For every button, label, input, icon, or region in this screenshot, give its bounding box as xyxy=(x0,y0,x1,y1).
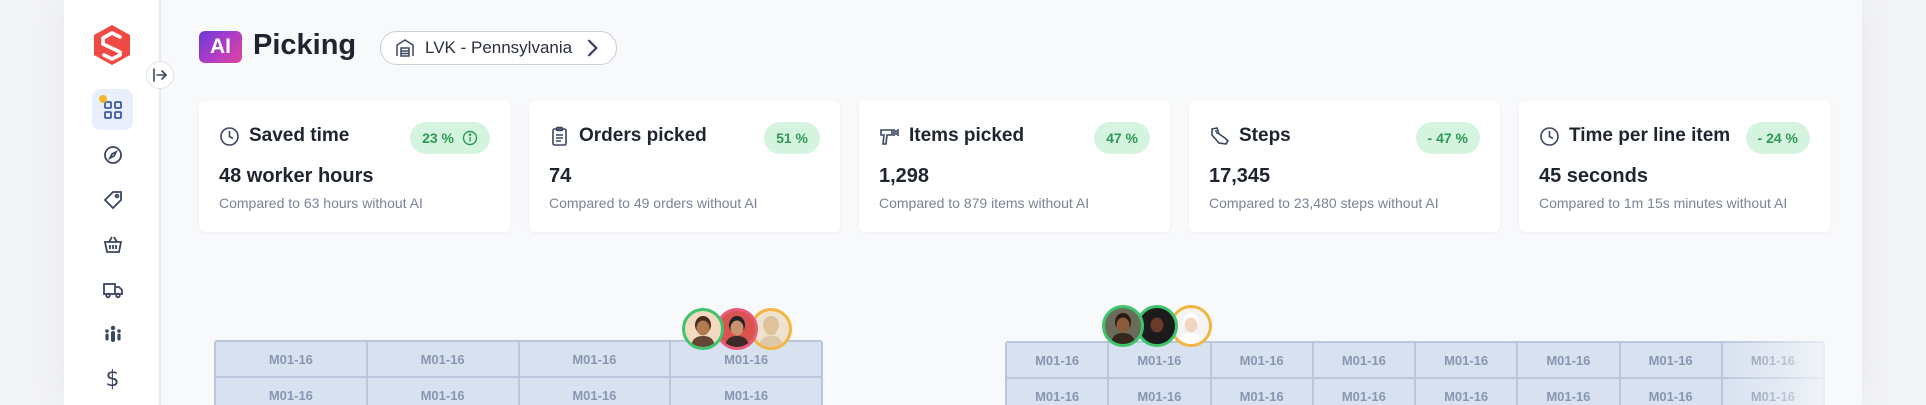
metric-comparison: Compared to 879 items without AI xyxy=(879,195,1090,211)
metric-title: Saved time xyxy=(249,125,350,146)
metric-value: 45 seconds xyxy=(1539,165,1648,187)
app-window: $ AI Picking LVK - Pennsylvania Saved ti… xyxy=(64,0,1862,405)
rack-cell[interactable]: M01-16 xyxy=(671,378,821,405)
metric-title: Orders picked xyxy=(579,125,707,146)
metric-card-time-per-line-item: Time per line item - 24 % 45 seconds Com… xyxy=(1519,101,1830,232)
sidebar-item-dashboard[interactable] xyxy=(92,89,133,130)
sidebar-item-team[interactable] xyxy=(92,314,133,355)
rack-cell[interactable]: M01-16 xyxy=(216,378,366,405)
sidebar-item-basket[interactable] xyxy=(92,224,133,265)
picker-group-left xyxy=(682,308,792,350)
page-title: Picking xyxy=(253,29,357,61)
expand-arrow-icon xyxy=(153,68,168,82)
rack-cell[interactable]: M01-16 xyxy=(1007,379,1108,405)
metric-change-badge: 51 % xyxy=(764,122,820,154)
rack-cell[interactable]: M01-16 xyxy=(1518,343,1619,377)
rack-cell[interactable]: M01-16 xyxy=(1620,343,1721,377)
sidebar-item-tags[interactable] xyxy=(92,179,133,220)
metric-card-saved-time: Saved time 23 % 48 worker hours Compared… xyxy=(199,101,510,232)
metric-change-value: - 24 % xyxy=(1757,130,1798,146)
metric-card-orders-picked: Orders picked 51 % 74 Compared to 49 ord… xyxy=(529,101,840,232)
rack-cell[interactable]: M01-16 xyxy=(519,342,670,376)
rack-cell[interactable]: M01-16 xyxy=(1518,379,1619,405)
clock-icon xyxy=(1540,127,1559,146)
picker-avatar[interactable] xyxy=(682,308,724,350)
rack-grid-right: M01-16 M01-16 M01-16 M01-16 M01-16 M01-1… xyxy=(1005,341,1825,405)
sidebar-item-billing[interactable]: $ xyxy=(92,359,133,400)
metric-change-badge: 47 % xyxy=(1094,122,1150,154)
metric-comparison: Compared to 63 hours without AI xyxy=(219,195,423,211)
rack-cell[interactable]: M01-16 xyxy=(1722,379,1823,405)
location-selector[interactable]: LVK - Pennsylvania xyxy=(380,31,618,65)
metric-change-value: 23 % xyxy=(422,130,454,146)
tag-icon xyxy=(103,190,122,209)
rack-cell[interactable]: M01-16 xyxy=(1416,343,1517,377)
truck-icon xyxy=(102,282,123,298)
metric-title: Items picked xyxy=(909,125,1025,146)
rack-cell[interactable]: M01-16 xyxy=(1722,343,1823,377)
metric-card-steps: Steps - 47 % 17,345 Compared to 23,480 s… xyxy=(1189,101,1500,232)
metric-change-value: - 47 % xyxy=(1427,130,1468,146)
rack-cell[interactable]: M01-16 xyxy=(1007,343,1108,377)
rack-cell[interactable]: M01-16 xyxy=(367,342,518,376)
rack-cell[interactable]: M01-16 xyxy=(1109,343,1210,377)
info-icon[interactable] xyxy=(462,130,478,146)
metric-change-badge: - 47 % xyxy=(1415,122,1480,154)
rack-cell[interactable]: M01-16 xyxy=(367,378,518,405)
compass-icon xyxy=(103,145,122,164)
location-label: LVK - Pennsylvania xyxy=(425,38,573,57)
metric-title: Time per line item xyxy=(1569,125,1731,146)
metric-change-badge: - 24 % xyxy=(1745,122,1810,154)
sidebar-item-compass[interactable] xyxy=(92,134,133,175)
metric-comparison: Compared to 23,480 steps without AI xyxy=(1209,195,1439,211)
metric-comparison: Compared to 49 orders without AI xyxy=(549,195,758,211)
chevron-right-icon xyxy=(588,39,599,57)
metric-comparison: Compared to 1m 15s minutes without AI xyxy=(1539,195,1788,211)
basket-icon xyxy=(103,236,122,253)
rack-cell[interactable]: M01-16 xyxy=(519,378,670,405)
rack-cell[interactable]: M01-16 xyxy=(1313,343,1414,377)
clock-icon xyxy=(220,127,239,146)
scanner-icon xyxy=(880,129,899,145)
rack-cell[interactable]: M01-16 xyxy=(1416,379,1517,405)
brand-logo[interactable] xyxy=(93,24,131,66)
metric-value: 17,345 xyxy=(1209,165,1271,187)
clipboard-icon xyxy=(552,126,567,146)
rack-cell[interactable]: M01-16 xyxy=(1109,379,1210,405)
metric-value: 48 worker hours xyxy=(219,165,374,187)
metric-change-badge: 23 % xyxy=(410,122,490,154)
metric-value: 1,298 xyxy=(879,165,930,187)
ai-badge: AI xyxy=(199,31,242,63)
rack-cell[interactable]: M01-16 xyxy=(1211,379,1312,405)
shoe-icon xyxy=(1211,127,1230,145)
dollar-icon: $ xyxy=(105,367,120,392)
rack-cell[interactable]: M01-16 xyxy=(1620,379,1721,405)
picker-group-right xyxy=(1102,305,1212,347)
notification-dot xyxy=(99,95,107,103)
rack-cell[interactable]: M01-16 xyxy=(1313,379,1414,405)
metric-title: Steps xyxy=(1239,125,1291,146)
metric-card-items-picked: Items picked 47 % 1,298 Compared to 879 … xyxy=(859,101,1170,232)
picker-avatar[interactable] xyxy=(1102,305,1144,347)
sidebar: $ xyxy=(64,0,161,405)
metric-change-value: 51 % xyxy=(776,130,808,146)
sidebar-item-delivery[interactable] xyxy=(92,269,133,310)
warehouse-icon xyxy=(396,39,414,57)
metric-value: 74 xyxy=(549,165,572,187)
metric-change-value: 47 % xyxy=(1106,130,1138,146)
sidebar-toggle-button[interactable] xyxy=(146,61,174,89)
rack-cell[interactable]: M01-16 xyxy=(1211,343,1312,377)
team-icon xyxy=(104,325,121,342)
rack-cell[interactable]: M01-16 xyxy=(216,342,366,376)
